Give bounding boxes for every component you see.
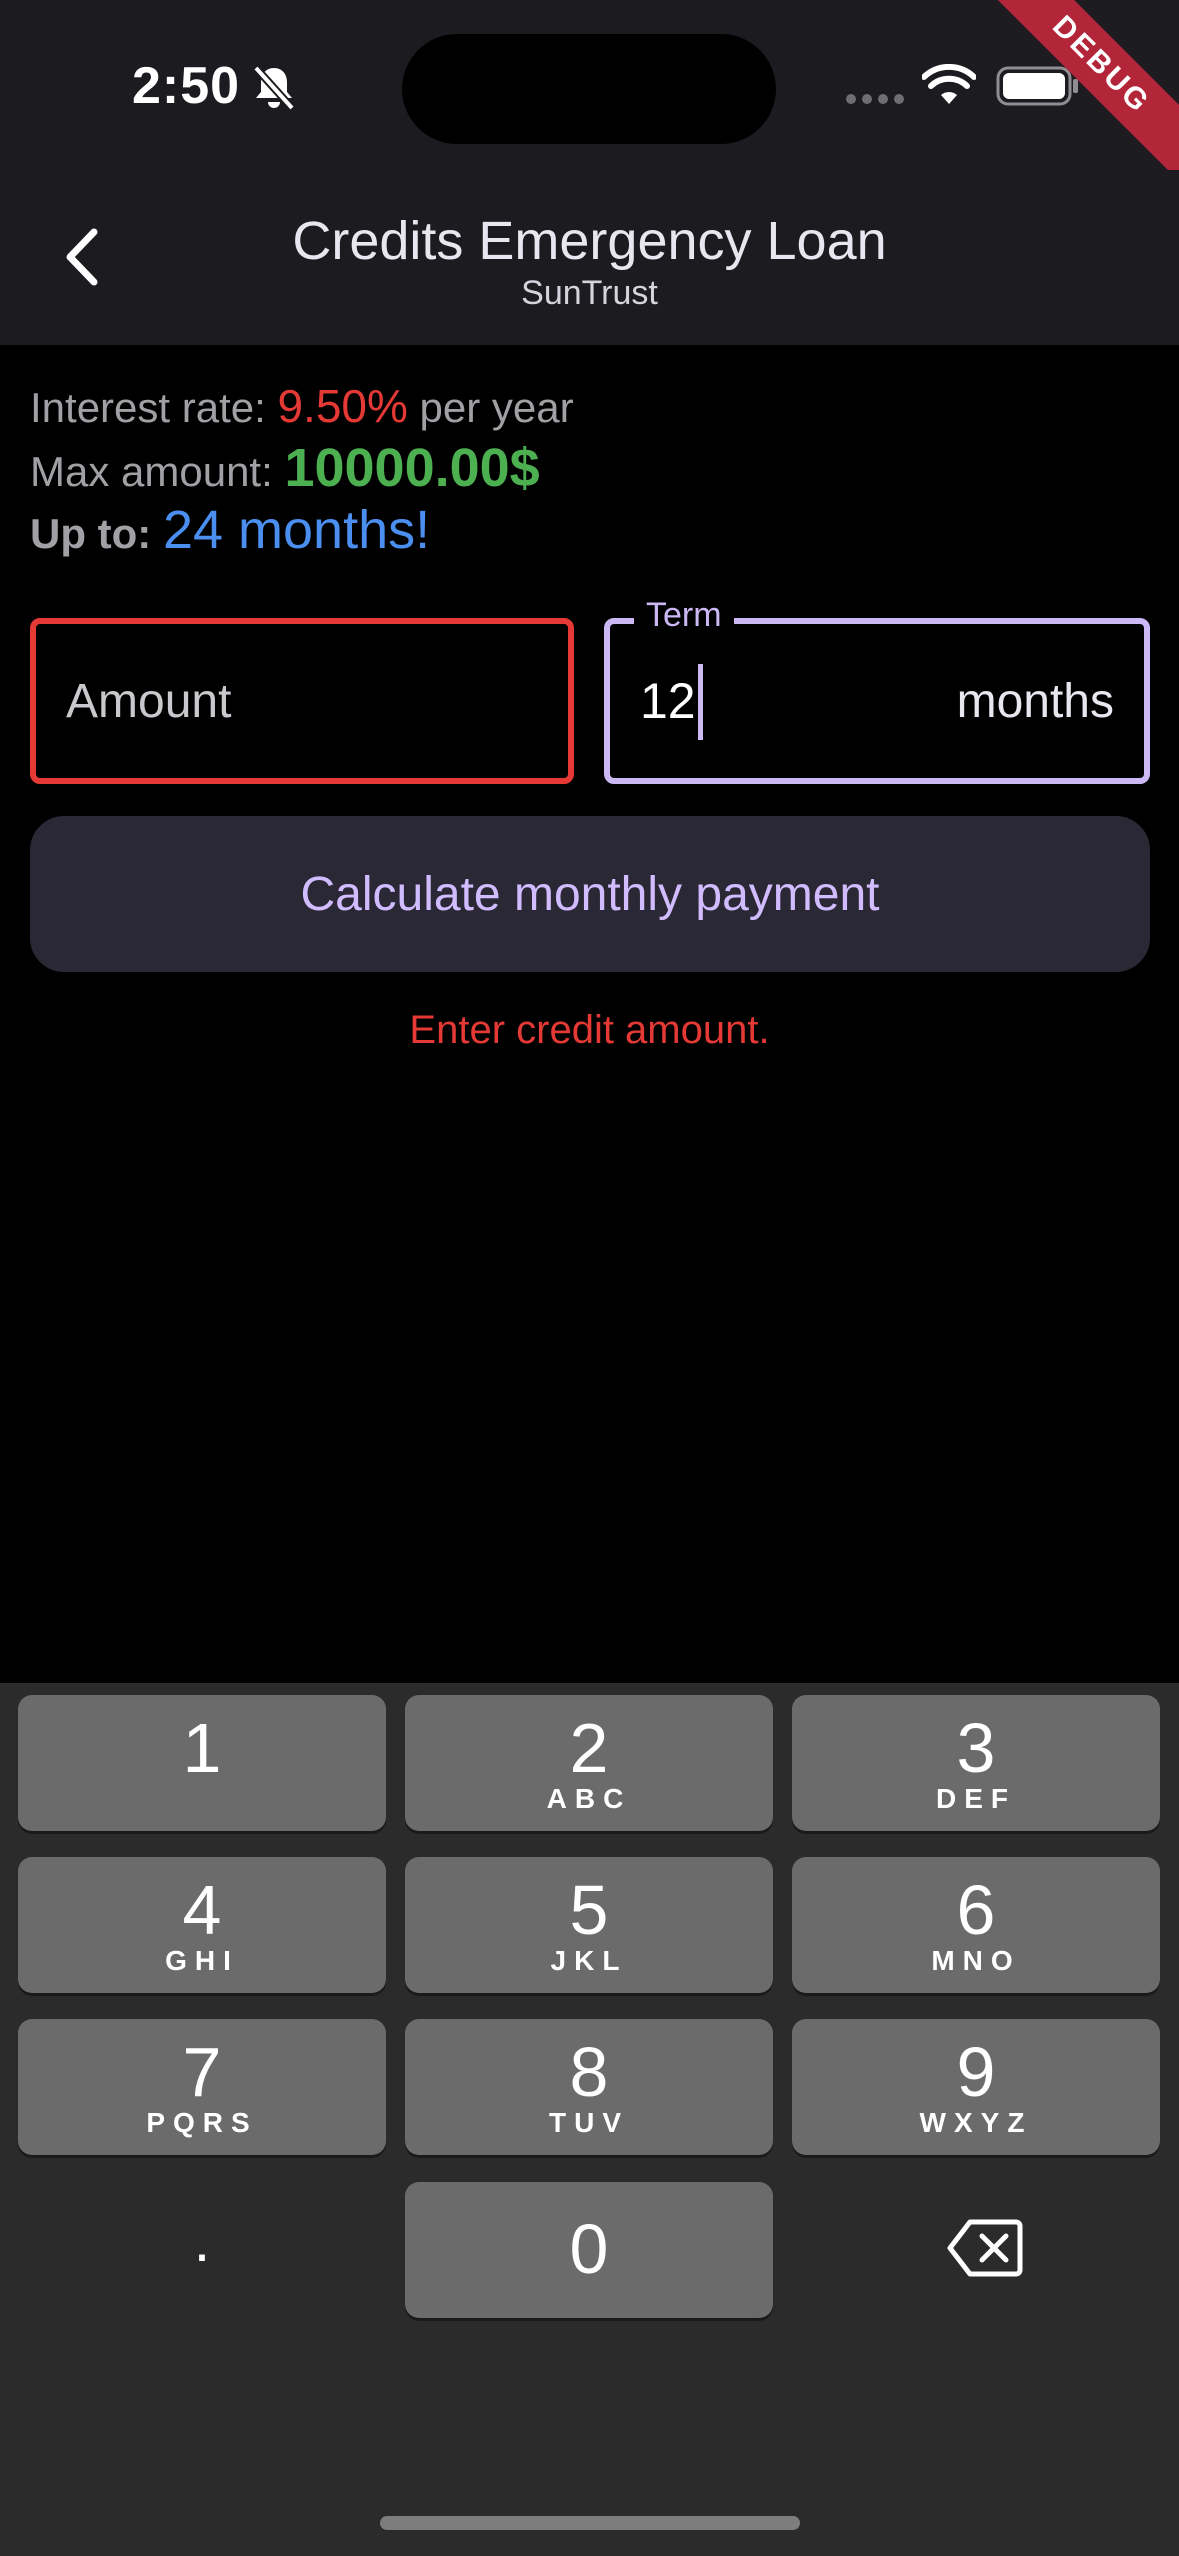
- amount-input[interactable]: [66, 624, 536, 778]
- key-digit: 9: [956, 2033, 996, 2111]
- key-digit: 4: [182, 1871, 222, 1949]
- key-letters: GHI: [165, 1945, 239, 1976]
- key-4[interactable]: 4 GHI: [18, 1857, 386, 1993]
- key-3[interactable]: 3 DEF: [792, 1695, 1160, 1831]
- bell-slash-icon: [253, 65, 295, 110]
- key-letters: TUV: [549, 2107, 629, 2138]
- key-digit: 3: [956, 1709, 996, 1787]
- interest-rate-label: Interest rate:: [30, 384, 278, 431]
- key-7[interactable]: 7 PQRS: [18, 2019, 386, 2155]
- loan-info: Interest rate: 9.50% per year Max amount…: [30, 375, 574, 561]
- backspace-icon[interactable]: [946, 2218, 1024, 2278]
- term-suffix: months: [956, 675, 1114, 728]
- key-9[interactable]: 9 WXYZ: [792, 2019, 1160, 2155]
- term-label: Term: [634, 596, 734, 635]
- key-letters: MNO: [931, 1945, 1021, 1976]
- key-letters: DEF: [936, 1783, 1016, 1814]
- key-digit: .: [193, 2207, 211, 2274]
- max-amount-value: 10000.00$: [284, 438, 540, 498]
- key-letters: PQRS: [146, 2107, 258, 2138]
- page-title: Credits Emergency Loan: [292, 211, 887, 271]
- key-digit: 0: [569, 2210, 609, 2288]
- key-digit: 7: [182, 2033, 222, 2111]
- max-amount-label: Max amount:: [30, 448, 285, 495]
- key-decimal[interactable]: .: [18, 2182, 386, 2318]
- calculate-button[interactable]: Calculate monthly payment: [30, 816, 1150, 972]
- term-field[interactable]: Term 12 months: [604, 596, 1150, 784]
- key-2[interactable]: 2 ABC: [405, 1695, 773, 1831]
- key-0[interactable]: 0: [405, 2182, 773, 2318]
- key-1[interactable]: 1: [18, 1695, 386, 1831]
- key-digit: 6: [956, 1871, 996, 1949]
- term-limit-value: 24 months!: [162, 500, 431, 560]
- key-digit: 1: [182, 1709, 222, 1787]
- key-digit: 5: [569, 1871, 609, 1949]
- interest-rate-suffix: per year: [407, 384, 574, 431]
- status-bar: 2:50 DEBUG: [0, 0, 1179, 191]
- max-amount-line: Max amount: 10000.00$: [30, 437, 574, 499]
- term-input[interactable]: 12: [640, 672, 696, 730]
- interest-rate-value: 9.50%: [277, 380, 408, 432]
- term-limit-label: Up to:: [30, 510, 163, 557]
- battery-icon: [996, 66, 1078, 106]
- key-8[interactable]: 8 TUV: [405, 2019, 773, 2155]
- error-message: Enter credit amount.: [409, 1008, 770, 1052]
- signal-dots-icon: [846, 94, 906, 108]
- home-indicator[interactable]: [380, 2516, 800, 2530]
- key-6[interactable]: 6 MNO: [792, 1857, 1160, 1993]
- page-subtitle: SunTrust: [521, 274, 658, 312]
- interest-rate-line: Interest rate: 9.50% per year: [30, 375, 574, 437]
- key-letters: ABC: [546, 1783, 632, 1814]
- key-5[interactable]: 5 JKL: [405, 1857, 773, 1993]
- key-letters: WXYZ: [919, 2107, 1033, 2138]
- status-time: 2:50: [132, 57, 241, 115]
- key-digit: 8: [569, 2033, 609, 2111]
- app-bar: Credits Emergency Loan SunTrust: [0, 170, 1179, 345]
- key-letters: JKL: [550, 1945, 628, 1976]
- dynamic-island: [402, 34, 776, 144]
- wifi-icon: [922, 64, 976, 104]
- amount-field[interactable]: [30, 618, 574, 784]
- key-digit: 2: [569, 1709, 609, 1787]
- term-limit-line: Up to: 24 months!: [30, 499, 574, 561]
- text-cursor: [698, 664, 703, 740]
